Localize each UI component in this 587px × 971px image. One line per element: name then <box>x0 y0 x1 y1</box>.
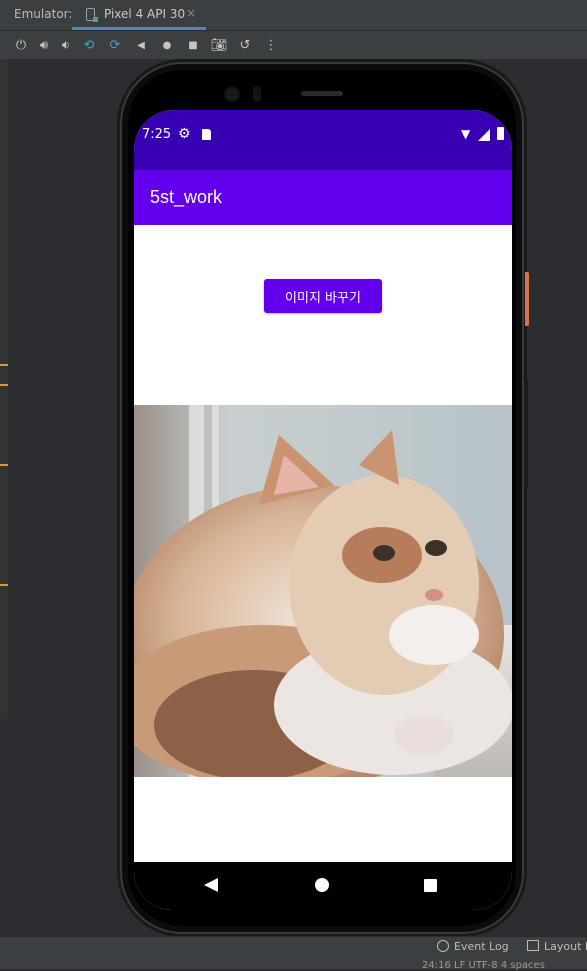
status-time: 7:25 <box>142 127 172 142</box>
app-bar: 5st_work <box>134 170 512 225</box>
gutter-marker <box>0 464 8 466</box>
volume-down-icon[interactable]: 🔉︎ <box>57 36 75 54</box>
snapshot-icon[interactable]: ↺ <box>236 36 254 54</box>
tab-label: Pixel 4 API 30 <box>104 7 186 21</box>
wifi-icon: ▼ <box>461 127 471 141</box>
cat-image <box>134 405 512 777</box>
sd-card-icon <box>202 129 211 140</box>
battery-icon <box>497 127 504 140</box>
gutter-marker <box>0 584 8 586</box>
front-camera <box>224 86 240 102</box>
nav-recent-icon[interactable] <box>424 879 437 892</box>
more-icon[interactable]: ⋮ <box>262 36 280 54</box>
layout-inspector-button[interactable]: Layout In <box>544 940 587 953</box>
earpiece-speaker <box>301 91 343 96</box>
power-icon[interactable]: ⏻ <box>12 36 30 54</box>
navigation-bar <box>134 862 512 910</box>
event-log-button[interactable]: Event Log <box>454 940 509 953</box>
sensor <box>253 86 261 102</box>
tab-active-indicator <box>72 27 206 30</box>
status-bar: 7:25 ⚙ ▼ <box>134 110 512 170</box>
nav-home-icon[interactable] <box>315 878 329 892</box>
emulator-label: Emulator: <box>14 7 73 21</box>
device-status-dot <box>93 17 98 22</box>
editor-gutter <box>0 59 8 719</box>
event-log-icon[interactable] <box>437 940 449 952</box>
gutter-marker <box>0 384 8 386</box>
signal-icon <box>478 129 490 141</box>
cursor-position: 24:16 LF UTF-8 4 spaces <box>422 960 545 971</box>
hardware-power-button[interactable] <box>525 272 529 326</box>
change-image-button[interactable]: 이미지 바꾸기 <box>264 279 382 313</box>
rotate-left-icon[interactable]: ⟲ <box>80 36 98 54</box>
gear-icon: ⚙ <box>178 126 191 142</box>
app-title: 5st_work <box>150 187 223 207</box>
back-icon[interactable]: ◀ <box>132 36 150 54</box>
overview-icon[interactable]: ■ <box>184 36 202 54</box>
close-icon[interactable]: × <box>186 6 196 20</box>
rotate-right-icon[interactable]: ⟳ <box>106 36 124 54</box>
volume-up-icon[interactable]: 🔊︎ <box>35 36 53 54</box>
gutter-marker <box>0 364 8 366</box>
screenshot-icon[interactable]: 📷︎ <box>210 36 228 54</box>
hardware-volume-button[interactable] <box>525 380 528 488</box>
home-icon[interactable]: ● <box>158 36 176 54</box>
layout-inspector-icon[interactable] <box>527 940 539 951</box>
nav-back-icon[interactable] <box>204 878 218 892</box>
device-screen: 7:25 ⚙ ▼ 5st_work 이미지 바꾸기 <box>134 110 512 910</box>
